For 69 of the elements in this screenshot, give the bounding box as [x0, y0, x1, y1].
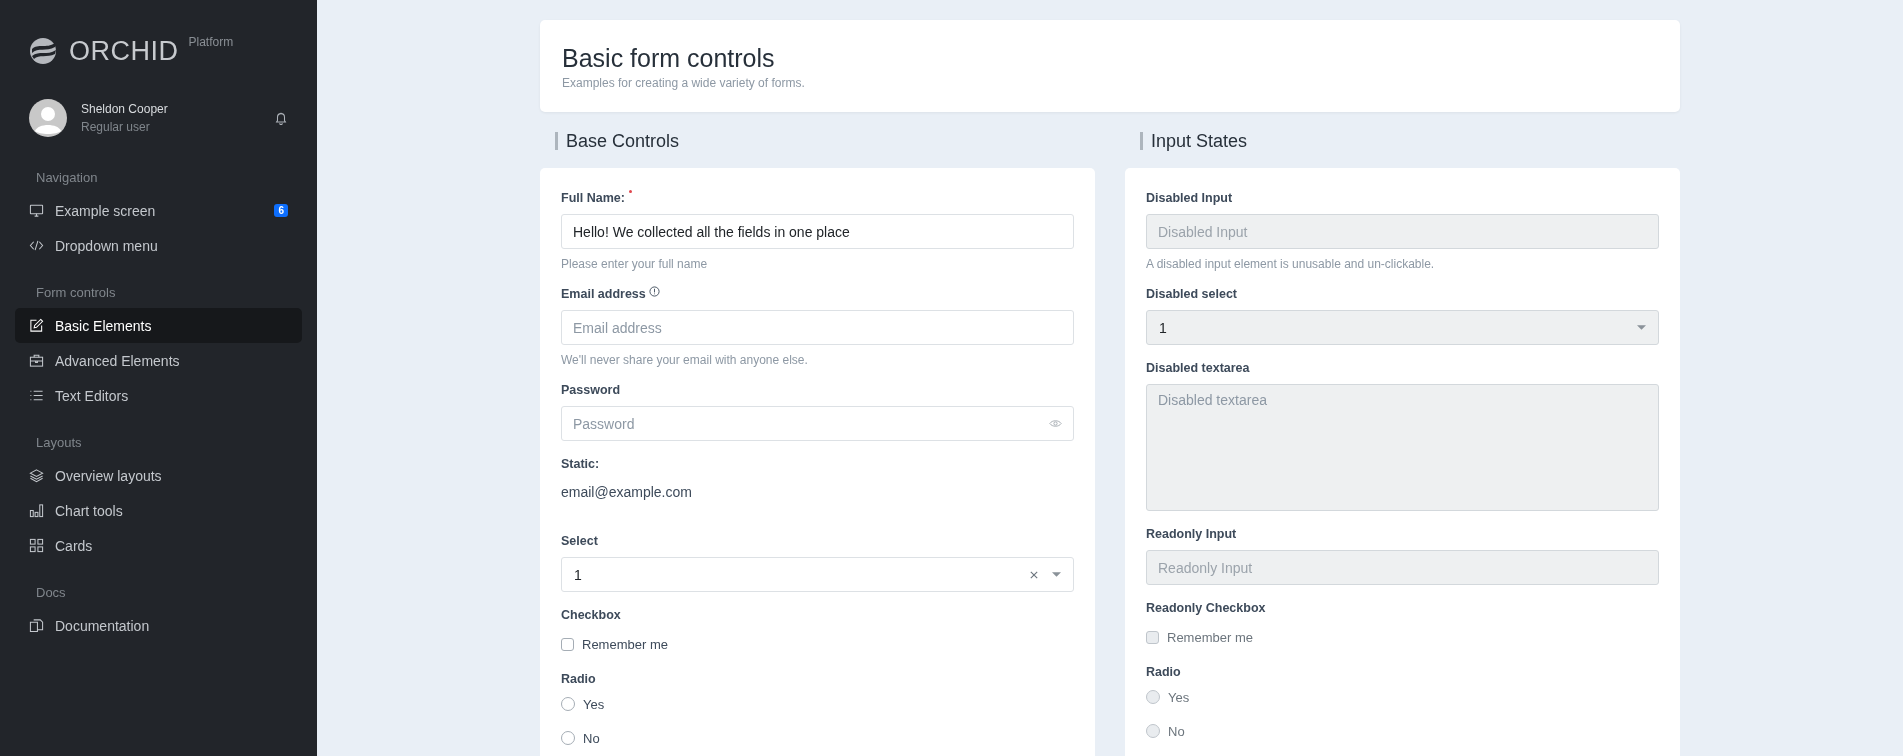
layers-icon	[29, 468, 44, 483]
count-badge: 6	[274, 204, 288, 217]
user-name: Sheldon Cooper	[81, 101, 169, 118]
page-title: Basic form controls	[562, 43, 776, 74]
option-label: Remember me	[582, 636, 668, 652]
chart-icon	[29, 503, 44, 518]
avatar-icon[interactable]	[29, 99, 67, 137]
edit-icon	[29, 318, 44, 333]
checkbox[interactable]	[561, 637, 574, 651]
section-title: Base Controls	[555, 132, 1095, 150]
eye-icon[interactable]	[1049, 419, 1062, 428]
user-role: Regular user	[81, 119, 151, 136]
field-label: Radio	[1146, 664, 1181, 680]
nav-section-title: Form controls	[35, 284, 117, 302]
field-label: Radio	[561, 671, 596, 687]
field-label: Password	[561, 382, 621, 398]
briefcase-icon	[29, 353, 44, 368]
nav-item[interactable]: Example screen 6	[15, 193, 302, 228]
option-label: No	[1168, 723, 1185, 739]
nav-section-title: Navigation	[35, 169, 99, 187]
nav-section-title: Layouts	[35, 434, 83, 452]
brand-name: ORCHID	[69, 35, 179, 67]
field-label: Readonly Checkbox	[1146, 600, 1266, 616]
field-label: Email address	[561, 286, 646, 302]
help-text: We'll never share your email with anyone else.	[561, 353, 809, 367]
grid-icon	[29, 538, 44, 553]
option-label: No	[583, 730, 600, 746]
select-field[interactable]: 1	[561, 557, 1074, 592]
field-label: Disabled select	[1146, 286, 1237, 302]
option-label: Yes	[1168, 689, 1190, 705]
nav-item[interactable]: Documentation	[15, 608, 302, 643]
nav-item[interactable]: Cards	[15, 528, 302, 563]
field-label: Full Name:	[561, 190, 625, 206]
clear-icon[interactable]	[1030, 570, 1038, 579]
field-label: Static:	[561, 456, 600, 472]
nav-item[interactable]: Overview layouts	[15, 458, 302, 493]
radio-button[interactable]	[561, 697, 575, 711]
docs-icon	[29, 618, 44, 633]
section-title: Input States	[1140, 132, 1680, 150]
caret-icon	[1637, 325, 1646, 330]
code-icon	[29, 238, 44, 253]
logo-icon	[29, 37, 57, 65]
caret-icon	[1052, 572, 1061, 577]
field-label: Disabled textarea	[1146, 360, 1250, 376]
notification-bell-icon[interactable]	[274, 111, 288, 125]
option-label: Remember me	[1167, 629, 1253, 645]
list-icon	[29, 388, 44, 403]
nav-item[interactable]: Advanced Elements	[15, 343, 302, 378]
help-text: Please enter your full name	[561, 257, 709, 271]
nav-item[interactable]: Basic Elements	[15, 308, 302, 343]
monitor-icon	[29, 203, 44, 218]
nav-section-title: Docs	[35, 584, 67, 602]
field-label: Select	[561, 533, 598, 549]
static-value: email@example.com	[561, 483, 693, 502]
input-field[interactable]: Hello! We collected all the fields in one place	[561, 214, 1074, 249]
help-text: A disabled input element is unusable and un-clickable.	[1146, 257, 1436, 271]
password-field[interactable]: Password	[561, 406, 1074, 441]
radio-button[interactable]	[561, 731, 575, 745]
nav-item[interactable]: Text Editors	[15, 378, 302, 413]
info-icon[interactable]	[648, 286, 660, 297]
field-label: Readonly Input	[1146, 526, 1237, 542]
option-label: Yes	[583, 696, 605, 712]
field-label: Checkbox	[561, 607, 621, 623]
page-subtitle: Examples for creating a wide variety of forms.	[562, 76, 806, 90]
nav-item[interactable]: Chart tools	[15, 493, 302, 528]
input-field[interactable]: Email address	[561, 310, 1074, 345]
brand-suffix: Platform	[188, 35, 234, 49]
field-label: Disabled Input	[1146, 190, 1233, 206]
nav-item[interactable]: Dropdown menu	[15, 228, 302, 263]
